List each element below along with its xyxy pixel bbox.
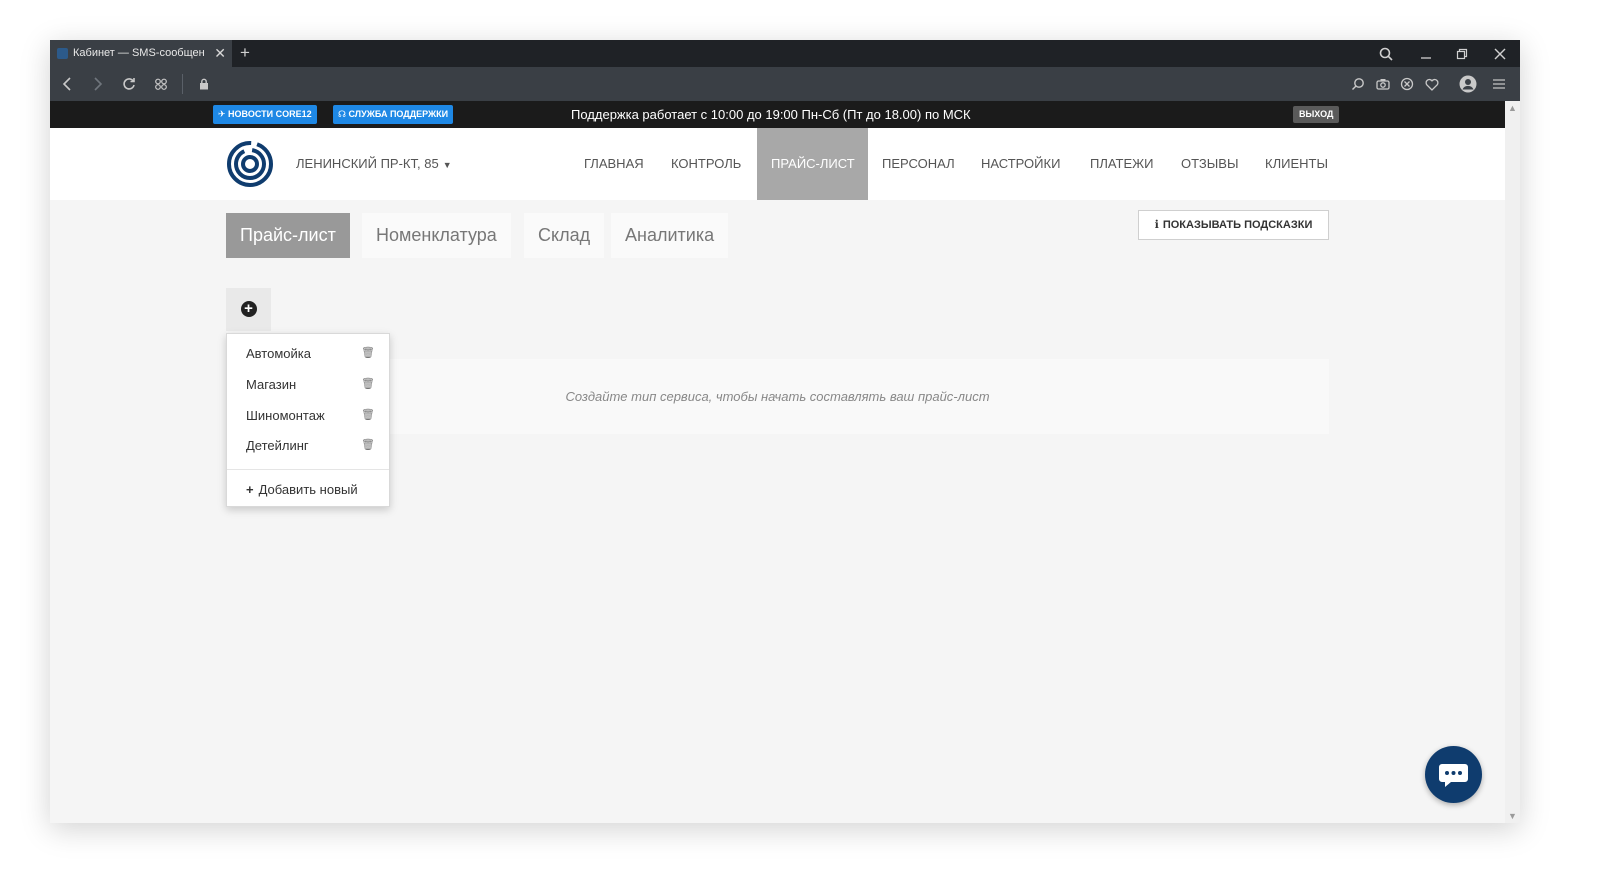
reload-icon[interactable]: [118, 67, 140, 101]
new-tab-button[interactable]: +: [240, 40, 250, 65]
speed-dial-icon[interactable]: [150, 67, 172, 101]
service-type-item[interactable]: Шиномонтаж 🗑: [227, 400, 389, 431]
tab-close-icon[interactable]: ✕: [214, 40, 226, 67]
service-type-item[interactable]: Автомойка 🗑: [227, 338, 389, 369]
nav-payments[interactable]: ПЛАТЕЖИ: [1076, 128, 1168, 200]
tab-nomenclature[interactable]: Номенклатура: [362, 213, 511, 258]
browser-window: Кабинет — SMS-сообщен ✕ + ✈ НОВОСТИ CORE…: [50, 40, 1520, 823]
info-icon: ℹ: [1154, 219, 1159, 231]
headset-icon: ☊: [338, 109, 349, 119]
service-type-item[interactable]: Магазин 🗑: [227, 369, 389, 400]
profile-icon[interactable]: [1457, 67, 1479, 101]
support-button[interactable]: ☊ СЛУЖБА ПОДДЕРЖКИ: [333, 105, 454, 124]
page-scrollbar[interactable]: ▲ ▼: [1505, 101, 1520, 823]
service-type-item[interactable]: Детейлинг 🗑: [227, 430, 389, 461]
browser-tab[interactable]: Кабинет — SMS-сообщен ✕: [50, 40, 232, 67]
support-hours: Поддержка работает с 10:00 до 19:00 Пн-С…: [571, 107, 971, 122]
browser-nav-bar: [50, 67, 1520, 101]
empty-state-message: Создайте тип сервиса, чтобы начать соста…: [565, 389, 990, 404]
show-hints-button[interactable]: ℹ ПОКАЗЫВАТЬ ПОДСКАЗКИ: [1138, 210, 1329, 240]
scroll-up-icon[interactable]: ▲: [1508, 103, 1517, 113]
logout-button[interactable]: ВЫХОД: [1293, 106, 1340, 123]
nav-separator: [182, 74, 183, 94]
site-header: ЛЕНИНСКИЙ ПР-КТ, 85 ▼ ГЛАВНАЯ КОНТРОЛЬ ПР…: [50, 128, 1505, 200]
search-icon[interactable]: [1347, 67, 1369, 101]
search-icon[interactable]: [1374, 40, 1398, 67]
favicon-icon: [57, 48, 68, 59]
add-new-service-type[interactable]: + Добавить новый: [227, 476, 389, 504]
adblock-icon[interactable]: [1396, 67, 1418, 101]
browser-tab-bar: Кабинет — SMS-сообщен ✕ +: [50, 40, 1520, 67]
nav-clients[interactable]: КЛИЕНТЫ: [1251, 128, 1342, 200]
branch-selector[interactable]: ЛЕНИНСКИЙ ПР-КТ, 85 ▼: [296, 128, 452, 201]
tab-price-list[interactable]: Прайс-лист: [226, 213, 350, 258]
restore-icon[interactable]: [1450, 40, 1474, 67]
plus-circle-icon: +: [240, 301, 257, 317]
company-logo[interactable]: [226, 140, 274, 188]
telegram-icon: ✈: [218, 109, 229, 119]
trash-icon[interactable]: 🗑: [361, 338, 375, 369]
nav-settings[interactable]: НАСТРОЙКИ: [967, 128, 1074, 200]
trash-icon[interactable]: 🗑: [361, 369, 375, 400]
camera-icon[interactable]: [1372, 67, 1394, 101]
trash-icon[interactable]: 🗑: [361, 400, 375, 431]
dropdown-divider: [227, 469, 389, 470]
back-icon[interactable]: [56, 67, 78, 101]
caret-down-icon: ▼: [442, 160, 452, 170]
trash-icon[interactable]: 🗑: [361, 430, 375, 461]
tab-analytics[interactable]: Аналитика: [611, 213, 729, 258]
nav-control[interactable]: КОНТРОЛЬ: [657, 128, 755, 200]
news-button[interactable]: ✈ НОВОСТИ CORE12: [213, 105, 317, 124]
service-type-dropdown: Автомойка 🗑 Магазин 🗑 Шиномонтаж 🗑 Детей…: [226, 333, 390, 507]
chat-bubble-icon: [1439, 764, 1468, 787]
close-icon[interactable]: [1488, 40, 1512, 67]
nav-staff[interactable]: ПЕРСОНАЛ: [868, 128, 969, 200]
nav-price-list[interactable]: ПРАЙС-ЛИСТ: [757, 128, 868, 200]
page-content: ✈ НОВОСТИ CORE12 ☊ СЛУЖБА ПОДДЕРЖКИ Подд…: [50, 101, 1505, 823]
plus-icon: +: [246, 482, 254, 497]
forward-icon[interactable]: [87, 67, 109, 101]
scroll-down-icon[interactable]: ▼: [1508, 811, 1517, 821]
add-service-type-button[interactable]: +: [226, 288, 271, 331]
lock-icon[interactable]: [193, 67, 215, 101]
empty-state-panel: Создайте тип сервиса, чтобы начать соста…: [226, 359, 1329, 434]
tab-title: Кабинет — SMS-сообщен: [73, 47, 205, 59]
minimize-icon[interactable]: [1414, 40, 1438, 67]
nav-main[interactable]: ГЛАВНАЯ: [570, 128, 658, 200]
tab-warehouse[interactable]: Склад: [524, 213, 605, 258]
menu-icon[interactable]: [1488, 67, 1510, 101]
heart-icon[interactable]: [1421, 67, 1443, 101]
info-bar: ✈ НОВОСТИ CORE12 ☊ СЛУЖБА ПОДДЕРЖКИ Подд…: [50, 101, 1505, 128]
chat-widget-button[interactable]: [1425, 746, 1482, 803]
nav-reviews[interactable]: ОТЗЫВЫ: [1167, 128, 1252, 200]
